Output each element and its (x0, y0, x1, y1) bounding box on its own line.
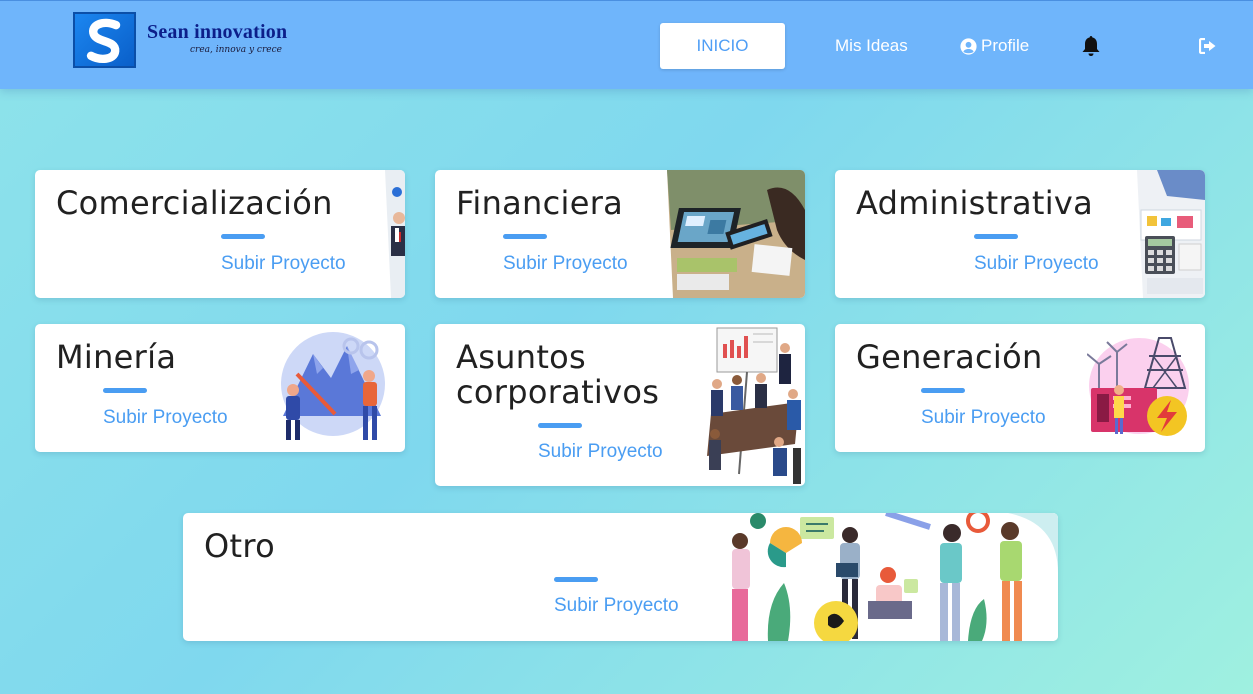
upload-project-link[interactable]: Subir Proyecto (503, 253, 628, 275)
nav-profile-link[interactable]: Profile (960, 36, 1029, 56)
comercializacion-illustration (385, 170, 405, 298)
bell-icon (1082, 36, 1100, 56)
meeting-illustration (703, 324, 805, 486)
upload-project-link[interactable]: Subir Proyecto (103, 407, 228, 429)
card-title: Otro (204, 527, 275, 565)
card-divider (503, 234, 547, 239)
category-card-comercializacion[interactable]: Comercialización Subir Proyecto (35, 170, 405, 298)
card-divider (921, 388, 965, 393)
brand-name: Sean innovation (147, 21, 288, 43)
category-card-financiera[interactable]: Financiera Subir Proyecto (435, 170, 805, 298)
card-title-line-1: Asuntos (456, 338, 587, 376)
category-card-mineria[interactable]: Minería Subir Proyecto (35, 324, 405, 452)
card-divider (554, 577, 598, 582)
upload-project-link[interactable]: Subir Proyecto (921, 407, 1046, 429)
energy-generation-illustration (1087, 324, 1195, 452)
card-divider (974, 234, 1018, 239)
card-divider (103, 388, 147, 393)
card-title: Financiera (456, 184, 624, 222)
nav-inicio-button[interactable]: INICIO (660, 23, 785, 69)
card-title-line-2: corporativos (456, 373, 660, 411)
card-divider (221, 234, 265, 239)
user-circle-icon (960, 37, 977, 55)
upload-project-link[interactable]: Subir Proyecto (974, 253, 1099, 275)
category-card-administrativa[interactable]: Administrativa Subir Proyecto (835, 170, 1205, 298)
brand-s-logo-icon (86, 18, 121, 63)
category-card-asuntos-corporativos[interactable]: Asuntos corporativos Subir Proyecto (435, 324, 805, 486)
mining-illustration (273, 324, 391, 452)
category-card-otro[interactable]: Otro Subir Proyecto (183, 513, 1058, 641)
upload-project-link[interactable]: Subir Proyecto (554, 595, 679, 617)
brand-logo[interactable] (73, 12, 136, 68)
nav-inicio-label: INICIO (696, 36, 749, 55)
upload-project-link[interactable]: Subir Proyecto (538, 441, 663, 463)
card-title: Generación (856, 338, 1043, 376)
team-collaboration-illustration (718, 513, 1058, 641)
card-title: Comercialización (56, 184, 333, 222)
notifications-button[interactable] (1081, 35, 1101, 57)
card-divider (538, 423, 582, 428)
top-navbar: Sean innovation crea, innova y crece INI… (0, 0, 1253, 89)
finance-illustration (667, 170, 805, 298)
card-title: Asuntos corporativos (456, 340, 659, 410)
card-title: Administrativa (856, 184, 1094, 222)
nav-mis-ideas-label: Mis Ideas (835, 36, 908, 55)
administrativa-illustration (1137, 170, 1205, 298)
nav-profile-label: Profile (981, 36, 1030, 55)
brand-tagline: crea, innova y crece (190, 45, 282, 55)
category-card-generacion[interactable]: Generación Subir Proyecto (835, 324, 1205, 452)
card-title: Minería (56, 338, 177, 376)
sign-out-icon (1198, 37, 1216, 55)
logout-button[interactable] (1198, 37, 1217, 55)
upload-project-link[interactable]: Subir Proyecto (221, 253, 346, 275)
nav-mis-ideas-link[interactable]: Mis Ideas (835, 36, 908, 56)
